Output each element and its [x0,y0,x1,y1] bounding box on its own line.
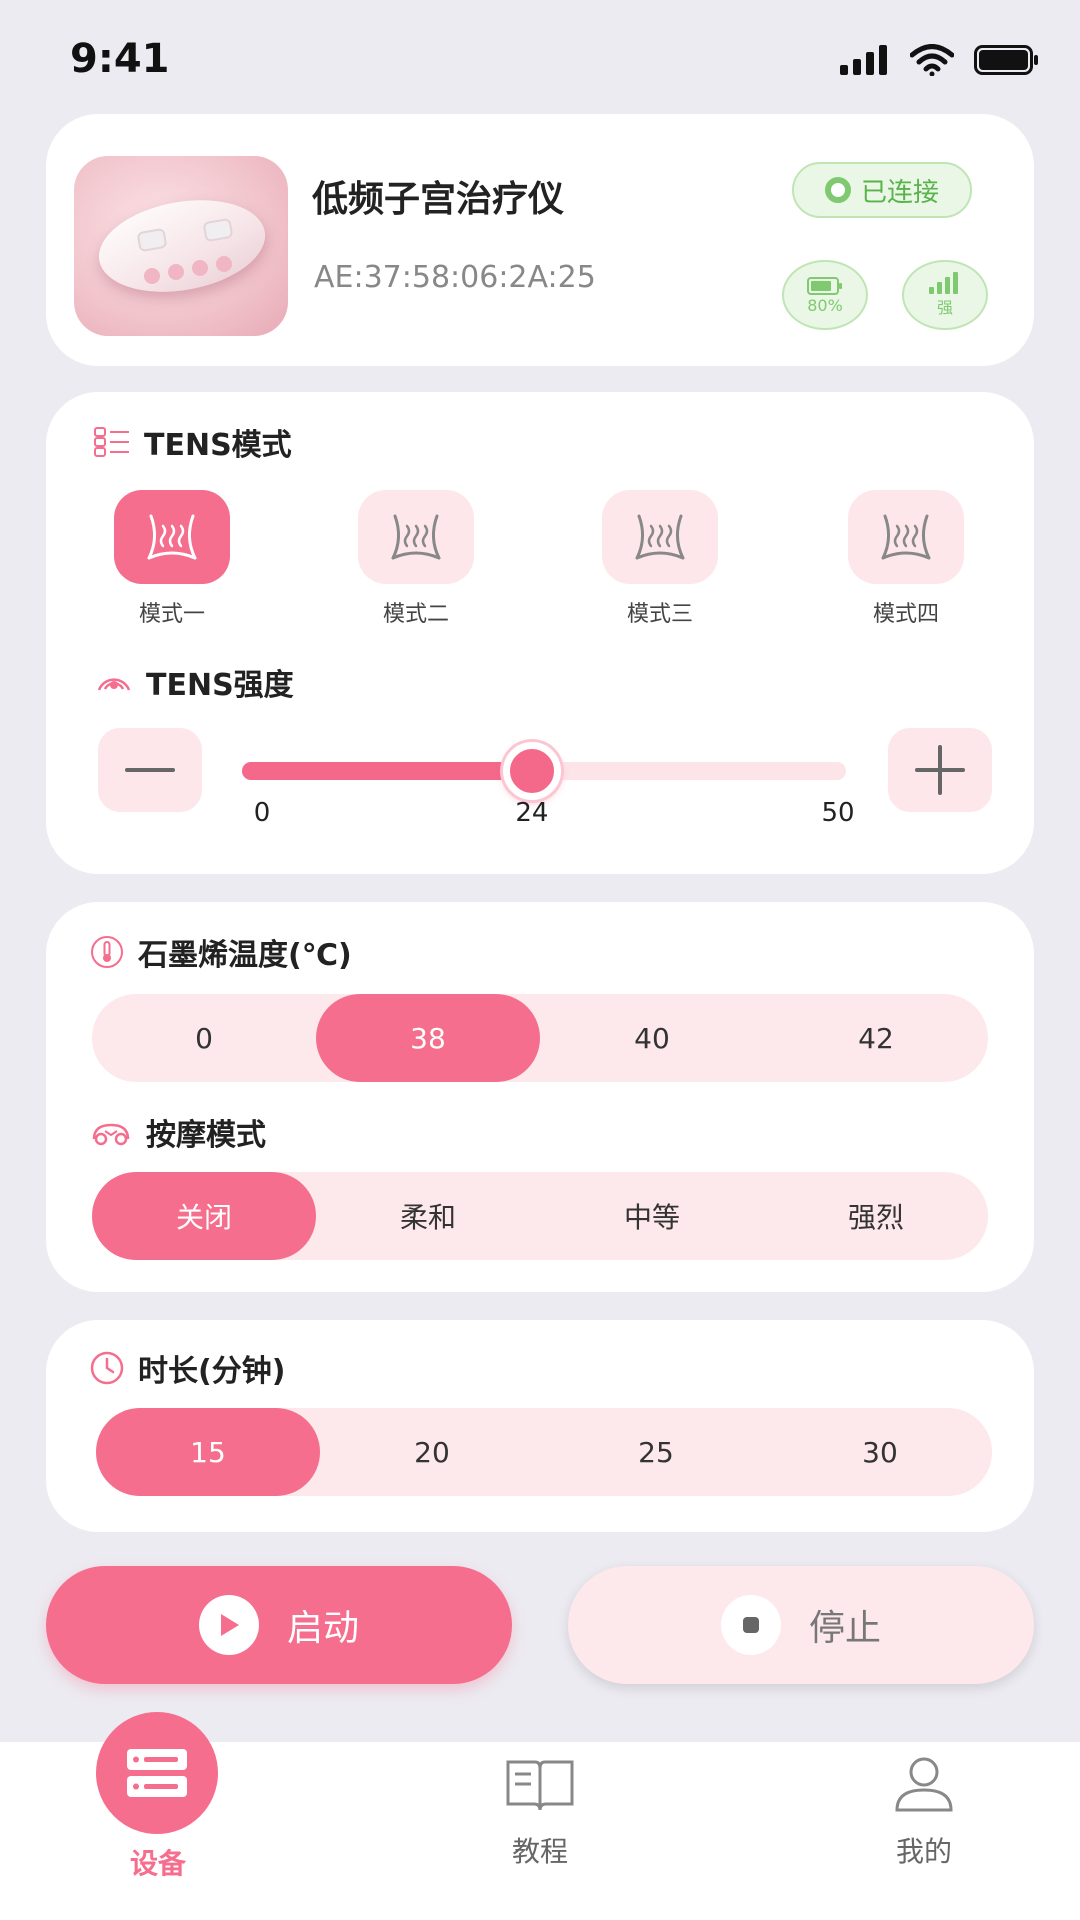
connection-status-badge: 已连接 [792,162,972,218]
thermometer-icon [91,936,123,968]
duration-option-30[interactable]: 30 [768,1408,992,1496]
device-image [74,156,288,336]
tens-intensity-title-label: TENS强度 [146,668,294,703]
mode-item-1[interactable]: 模式一 [114,490,230,628]
minus-icon [125,768,175,772]
clock-icon [90,1351,124,1385]
duration-title-label: 时长(分钟) [138,1354,286,1389]
intensity-slider-thumb[interactable] [502,742,561,800]
massage-option-off[interactable]: 关闭 [92,1172,316,1260]
abdomen-heat-icon [635,514,685,560]
signal-label: 强 [936,298,953,317]
mode-label-1: 模式一 [138,602,205,627]
status-icons [840,44,1040,76]
increase-intensity-button[interactable] [888,728,992,812]
duration-selector[interactable]: 15 20 25 30 [96,1408,992,1496]
intensity-slider-fill [242,762,532,780]
stop-button-label: 停止 [808,1608,881,1649]
duration-option-15[interactable]: 15 [96,1408,320,1496]
mode-item-2[interactable]: 模式二 [358,490,474,628]
user-icon [895,1757,953,1812]
temp-option-0[interactable]: 0 [92,994,316,1082]
mode-button-3[interactable] [602,490,718,584]
tens-intensity-title: TENS强度 [96,660,294,704]
tab-device-icon-button[interactable] [96,1712,218,1834]
stop-button[interactable]: 停止 [568,1566,1034,1684]
mode-label-2: 模式二 [382,602,449,627]
temperature-selector[interactable]: 0 38 40 42 [92,994,988,1082]
massage-icon [92,1123,130,1146]
battery-badge: 80% [782,260,868,330]
signal-badge: 强 [902,260,988,330]
mode-label-4: 模式四 [872,602,939,627]
mode-item-3[interactable]: 模式三 [602,490,718,628]
device-card[interactable]: 低频子宫治疗仪 AE:37:58:06:2A:25 已连接 80% 强 [46,114,1034,366]
mode-button-4[interactable] [848,490,964,584]
cellular-signal-icon [840,45,887,75]
tab-device[interactable]: 设备 [58,1842,258,1882]
device-mac-address: AE:37:58:06:2A:25 [314,260,596,295]
tab-profile[interactable]: 我的 [824,1756,1024,1870]
decrease-intensity-button[interactable] [98,728,202,812]
status-time: 9:41 [70,36,170,82]
connected-indicator-icon [824,177,851,203]
massage-option-medium[interactable]: 中等 [540,1172,764,1260]
bottom-tab-bar: 设备 教程 我的 [0,1712,1080,1920]
abdomen-heat-icon [391,514,441,560]
abdomen-heat-icon [147,514,197,560]
intensity-slider[interactable] [242,742,846,800]
device-list-icon [127,1749,187,1797]
signal-strength-icon [929,272,958,294]
duration-option-20[interactable]: 20 [320,1408,544,1496]
play-icon [198,1595,259,1655]
tab-tutorial-label: 教程 [511,1835,568,1868]
duration-title: 时长(分钟) [90,1346,285,1390]
temp-option-42[interactable]: 42 [764,994,988,1082]
pulse-waves-icon [97,678,131,691]
tab-device-label: 设备 [129,1847,186,1880]
massage-selector[interactable]: 关闭 柔和 中等 强烈 [92,1172,988,1260]
massage-mode-title: 按摩模式 [90,1110,266,1154]
graphene-temp-title-label: 石墨烯温度(℃) [138,938,352,973]
battery-level-icon [807,276,842,295]
abdomen-heat-icon [881,514,931,560]
battery-icon [974,45,1038,75]
tens-mode-title-label: TENS模式 [144,428,292,463]
mode-button-1[interactable] [114,490,230,584]
temperature-massage-card: 石墨烯温度(℃) 0 38 40 42 按摩模式 关闭 柔和 中等 强烈 [46,902,1034,1292]
duration-card: 时长(分钟) 15 20 25 30 [46,1320,1034,1532]
massage-mode-title-label: 按摩模式 [146,1118,266,1153]
device-name: 低频子宫治疗仪 [312,179,565,220]
start-button[interactable]: 启动 [46,1566,512,1684]
duration-option-25[interactable]: 25 [544,1408,768,1496]
mode-item-4[interactable]: 模式四 [848,490,964,628]
connection-status-label: 已连接 [860,177,939,208]
intensity-value-label: 24 [515,798,549,828]
graphene-temp-title: 石墨烯温度(℃) [90,930,352,974]
battery-label: 80% [807,295,843,315]
massage-option-gentle[interactable]: 柔和 [316,1172,540,1260]
book-icon [506,1760,574,1811]
temp-option-40[interactable]: 40 [540,994,764,1082]
mode-label-3: 模式三 [626,602,693,627]
mode-button-2[interactable] [358,490,474,584]
list-icon [94,427,129,457]
plus-icon [915,745,965,795]
tab-tutorial[interactable]: 教程 [440,1756,640,1870]
wifi-icon [910,44,954,76]
temp-option-38[interactable]: 38 [316,994,540,1082]
status-bar: 9:41 [0,0,1080,110]
start-button-label: 启动 [286,1608,359,1649]
tab-profile-label: 我的 [895,1835,952,1868]
intensity-max-label: 50 [821,798,855,828]
massage-option-strong[interactable]: 强烈 [764,1172,988,1260]
stop-icon [720,1595,781,1655]
tens-card: TENS模式 模式一 模式二 模式三 模式四 TENS强度 0 24 50 [46,392,1034,874]
tens-mode-title: TENS模式 [94,420,292,464]
intensity-min-label: 0 [253,798,271,828]
